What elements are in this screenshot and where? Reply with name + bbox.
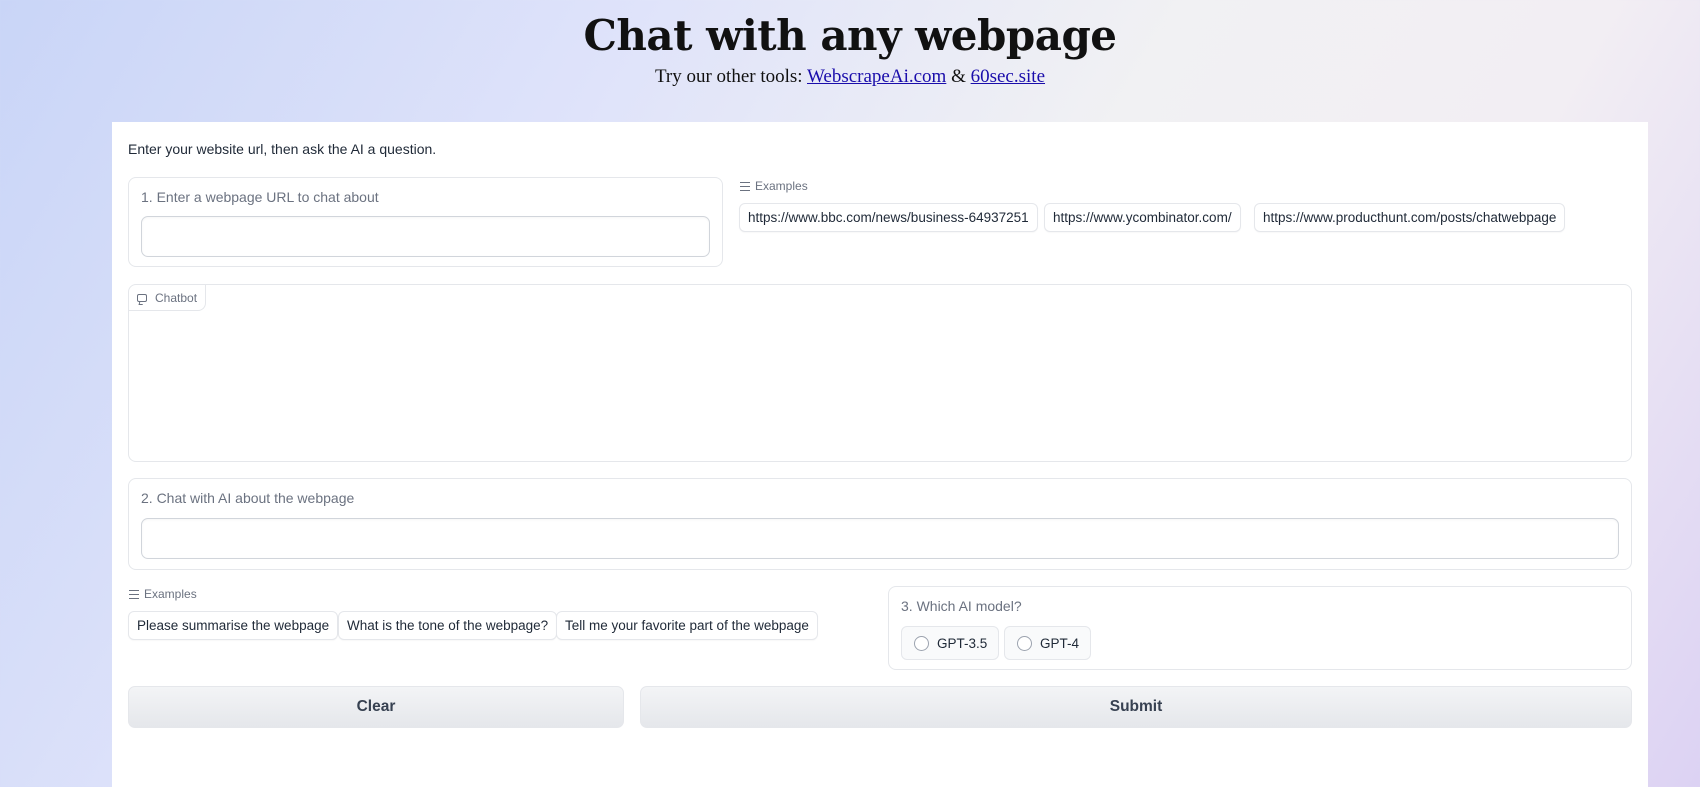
list-icon: [740, 181, 750, 191]
url-input-label: 1. Enter a webpage URL to chat about: [141, 189, 379, 205]
page-title: Chat with any webpage: [583, 11, 1117, 60]
question-examples-heading-label: Examples: [144, 587, 197, 601]
list-icon: [129, 589, 139, 599]
question-examples-heading: Examples: [129, 587, 197, 601]
page-header: Chat with any webpage Try our other tool…: [0, 8, 1700, 88]
chatbot-tag: Chatbot: [129, 285, 207, 311]
radio-gpt-3-5-label: GPT-3.5: [937, 635, 988, 651]
question-example-favorite[interactable]: Tell me your favorite part of the webpag…: [556, 611, 818, 640]
main-panel: Enter your website url, then ask the AI …: [112, 122, 1648, 787]
radio-circle[interactable]: [1017, 635, 1032, 651]
model-select-label: 3. Which AI model?: [901, 598, 1022, 614]
submit-button[interactable]: Submit: [640, 686, 1632, 728]
radio-gpt-4-label: GPT-4: [1040, 635, 1080, 651]
model-select-block: 3. Which AI model? GPT-3.5 GPT-4: [888, 586, 1632, 670]
chat-input[interactable]: [141, 518, 1619, 559]
url-example-bbc[interactable]: https://www.bbc.com/news/business-649372…: [739, 203, 1038, 232]
chatbot-label: Chatbot: [155, 290, 198, 305]
intro-text: Enter your website url, then ask the AI …: [128, 141, 437, 157]
url-examples-heading: Examples: [740, 179, 808, 193]
url-input[interactable]: [141, 216, 710, 257]
webscrapeai-link[interactable]: WebscrapeAi.com: [807, 66, 946, 87]
page-subtitle: Try our other tools: WebscrapeAi.com & 6…: [0, 66, 1700, 88]
url-example-ycombinator[interactable]: https://www.ycombinator.com/: [1044, 203, 1241, 232]
url-examples-heading-label: Examples: [755, 179, 808, 193]
question-example-summarise[interactable]: Please summarise the webpage: [128, 611, 339, 640]
chat-icon: [137, 293, 147, 302]
url-example-producthunt[interactable]: https://www.producthunt.com/posts/chatwe…: [1254, 203, 1566, 232]
60sec-site-link[interactable]: 60sec.site: [971, 66, 1045, 87]
radio-gpt-4[interactable]: GPT-4: [1004, 626, 1092, 660]
chat-input-label: 2. Chat with AI about the webpage: [141, 490, 355, 506]
url-input-block: 1. Enter a webpage URL to chat about: [128, 177, 723, 267]
radio-circle[interactable]: [914, 635, 929, 651]
clear-button[interactable]: Clear: [128, 686, 624, 728]
subtitle-separator: &: [946, 66, 971, 87]
subtitle-prefix: Try our other tools:: [654, 66, 807, 87]
radio-gpt-3-5[interactable]: GPT-3.5: [901, 626, 1000, 660]
chat-input-block: 2. Chat with AI about the webpage: [128, 478, 1632, 570]
question-example-tone[interactable]: What is the tone of the webpage?: [338, 611, 558, 640]
chatbot-panel[interactable]: Chatbot: [128, 284, 1632, 462]
